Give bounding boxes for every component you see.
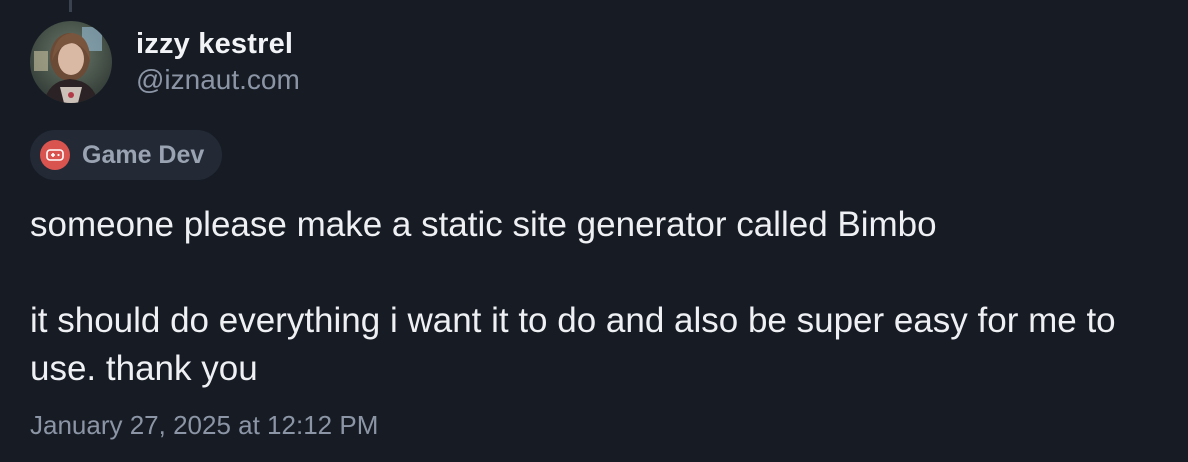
- gamepad-icon: [40, 140, 70, 170]
- tag-chip[interactable]: Game Dev: [30, 130, 223, 180]
- author-display-name[interactable]: izzy kestrel: [136, 26, 300, 62]
- author-handle[interactable]: @iznaut.com: [136, 62, 300, 98]
- post-paragraph: someone please make a static site genera…: [30, 205, 937, 244]
- post-author[interactable]: izzy kestrel @iznaut.com: [30, 20, 1160, 104]
- author-names: izzy kestrel @iznaut.com: [136, 26, 300, 98]
- post-timestamp[interactable]: January 27, 2025 at 12:12 PM: [30, 410, 378, 441]
- thread-connector-line: [69, 0, 72, 12]
- post-paragraph: it should do everything i want it to do …: [30, 301, 1116, 388]
- post: izzy kestrel @iznaut.com Game Dev someon…: [30, 20, 1160, 440]
- post-body: someone please make a static site genera…: [30, 201, 1160, 393]
- avatar[interactable]: [30, 21, 112, 103]
- tag-label: Game Dev: [82, 140, 205, 169]
- avatar-image: [30, 21, 112, 103]
